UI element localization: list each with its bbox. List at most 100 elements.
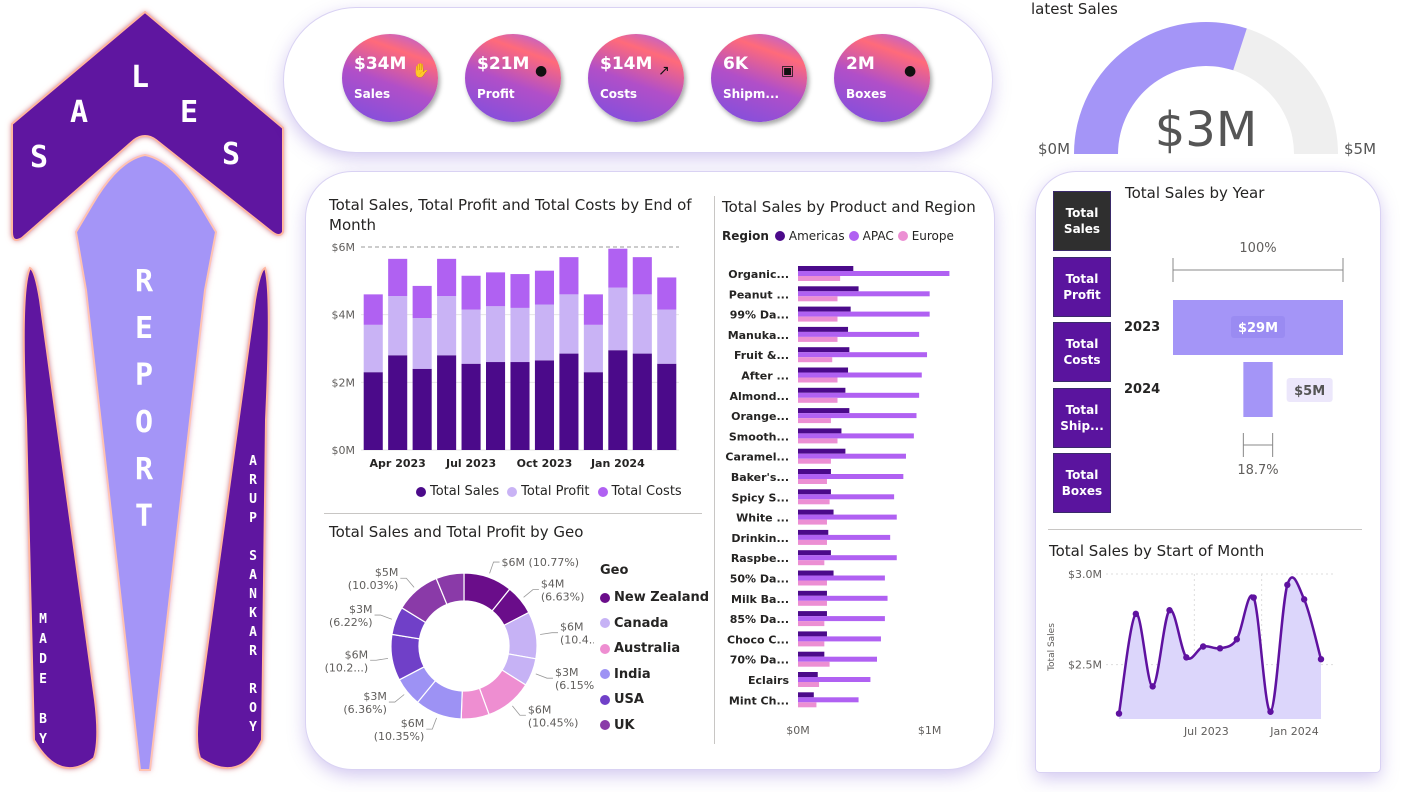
bar-americas <box>798 611 827 617</box>
legend-item[interactable]: Total Profit <box>521 484 589 499</box>
gauge-value: $3M <box>1155 102 1258 158</box>
legend-item[interactable]: Europe <box>912 229 954 243</box>
bar-apac <box>798 555 897 561</box>
bar-apac <box>798 433 914 439</box>
author-letter: Y <box>249 720 257 735</box>
bar-total-profit <box>608 287 628 351</box>
funnel-year-label: 2024 <box>1124 382 1160 397</box>
line-point <box>1115 710 1123 717</box>
line-point <box>1132 610 1140 618</box>
geo-legend-item[interactable]: India <box>600 662 709 688</box>
bar-europe <box>798 418 831 424</box>
donut-data-label: (10.03%) <box>348 579 399 592</box>
bar-apac <box>798 311 930 317</box>
bar-total-profit <box>583 324 603 373</box>
kpi-costs[interactable]: $14M Costs ↗ <box>588 34 684 122</box>
tile-total-boxes[interactable]: Total Boxes <box>1053 453 1111 513</box>
bar-total-costs <box>510 274 530 308</box>
bar-americas <box>798 306 851 312</box>
legend-item[interactable]: Americas <box>789 229 845 243</box>
kpi-boxes[interactable]: 2M Boxes ● <box>834 34 930 122</box>
geo-legend-item[interactable]: UK <box>600 713 709 739</box>
author-letter <box>245 528 261 547</box>
bar-europe <box>798 438 838 444</box>
legend-dot <box>600 643 610 654</box>
box-icon: ● <box>904 63 917 79</box>
tile-total-shipments[interactable]: Total Ship... <box>1053 388 1111 448</box>
bar-europe <box>798 682 820 687</box>
sales-letter-1: S <box>30 140 49 175</box>
donut-data-label: $3M <box>349 603 373 616</box>
donut-data-label: $3M <box>363 690 387 703</box>
bar-apac <box>798 372 922 378</box>
bar-total-profit <box>363 324 383 373</box>
donut-data-label: $6M <box>528 703 552 716</box>
author-letter: U <box>249 492 257 507</box>
donut-data-label: $6M <box>345 648 369 661</box>
gauge-max: $5M <box>1344 140 1376 158</box>
legend-dot <box>848 231 859 241</box>
leader-line <box>535 673 553 679</box>
geo-legend-item[interactable]: New Zealand <box>600 585 709 611</box>
funnel-data-label: $5M <box>1294 384 1325 399</box>
legend-title: Region <box>722 229 769 243</box>
author-letter <box>245 661 261 680</box>
geo-legend-item[interactable]: USA <box>600 687 709 713</box>
geo-legend-item[interactable]: Australia <box>600 636 709 662</box>
funnel-year-label: 2023 <box>1124 320 1160 335</box>
kpi-value: $21M <box>477 54 530 74</box>
category-label: Baker's... <box>731 471 789 484</box>
legend-item[interactable]: Total Sales <box>430 484 499 499</box>
bar-total-profit <box>632 294 652 354</box>
author-letter: O <box>249 701 257 716</box>
sales-letter-5: S <box>222 137 241 172</box>
category-label: Drinkin... <box>731 532 789 545</box>
leader-line <box>512 705 526 716</box>
bar-americas <box>798 550 831 556</box>
leader-line <box>426 717 437 730</box>
tile-total-sales[interactable]: Total Sales <box>1053 191 1111 251</box>
donut-data-label: $5M <box>375 566 399 579</box>
bar-europe <box>798 397 838 403</box>
kpi-profit[interactable]: $21M Profit ● <box>465 34 561 122</box>
donut-data-label: $6M (10.77%) <box>502 556 580 569</box>
geo-legend-item[interactable]: Canada <box>600 611 709 637</box>
legend-dot <box>897 231 908 241</box>
author-letter: K <box>249 606 257 621</box>
funnel-data-label: $29M <box>1238 321 1278 336</box>
bar-americas <box>798 692 814 698</box>
money-bag-icon: ● <box>535 63 548 79</box>
bar-apac <box>798 616 885 622</box>
author-letter: A <box>249 454 257 469</box>
legend-item[interactable]: Total Costs <box>612 484 682 499</box>
legend-label: Australia <box>614 641 681 657</box>
author-letter: P <box>249 511 257 526</box>
donut-data-label: (10.4...) <box>560 634 594 647</box>
legend-dot <box>600 720 610 731</box>
bar-total-profit <box>461 309 481 364</box>
funnel-bar <box>1243 362 1273 417</box>
right-divider <box>1048 529 1362 530</box>
x-tick-label: Jan 2024 <box>1269 725 1318 738</box>
bar-total-costs <box>437 258 457 297</box>
kpi-shipments[interactable]: 6K Shipm... ▣ <box>711 34 807 122</box>
report-letter: R <box>134 264 154 299</box>
bar-europe <box>798 702 817 708</box>
bar-total-costs <box>608 248 628 288</box>
shipment-icon: ▣ <box>781 63 795 79</box>
legend-item[interactable]: APAC <box>863 229 894 243</box>
donut-data-label: (10.2...) <box>325 661 369 674</box>
bar-total-profit <box>412 318 432 369</box>
bar-europe <box>798 661 830 667</box>
author-letter: N <box>249 587 257 602</box>
category-label: 70% Da... <box>730 654 789 667</box>
bar-total-costs <box>363 294 383 325</box>
tile-total-costs[interactable]: Total Costs <box>1053 322 1111 382</box>
tile-total-profit[interactable]: Total Profit <box>1053 257 1111 317</box>
kpi-sales[interactable]: $34M Sales ✋ <box>342 34 438 122</box>
bar-total-sales <box>485 362 506 450</box>
bar-total-costs <box>534 270 555 305</box>
line-point <box>1183 654 1190 661</box>
category-label: White ... <box>736 512 789 525</box>
bar-americas <box>798 347 850 353</box>
